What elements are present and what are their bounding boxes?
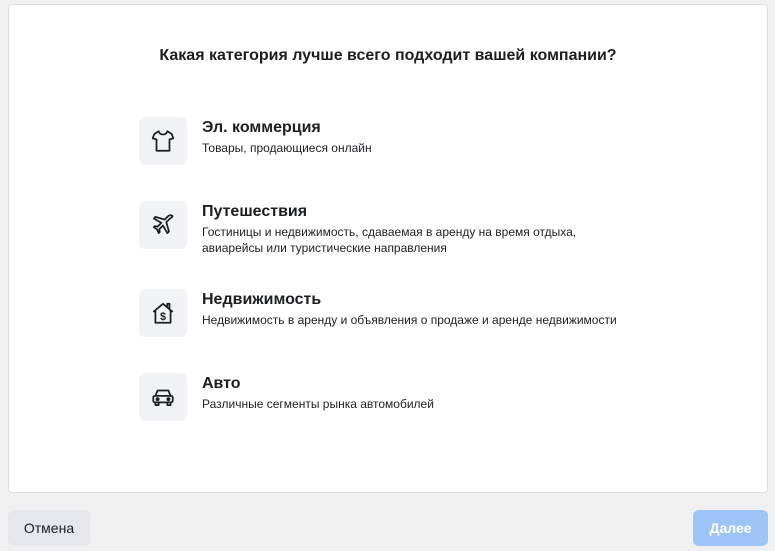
- option-icon-box: $: [139, 289, 187, 337]
- next-button[interactable]: Далее: [693, 510, 768, 546]
- option-title: Путешествия: [202, 203, 308, 220]
- option-title: Недвижимость: [202, 291, 322, 308]
- option-ecommerce[interactable]: Эл. коммерция Товары, продающиеся онлайн: [139, 117, 659, 165]
- option-icon-box: [139, 201, 187, 249]
- option-travel[interactable]: Путешествия Гостиницы и недвижимость, сд…: [139, 201, 659, 256]
- house-dollar-icon: $: [152, 302, 174, 324]
- option-icon-box: [139, 117, 187, 165]
- option-description: Товары, продающиеся онлайн: [202, 141, 372, 155]
- option-real-estate[interactable]: $ Недвижимость Недвижимость в аренду и о…: [139, 289, 659, 337]
- option-title: Эл. коммерция: [202, 119, 321, 136]
- option-icon-box: [139, 373, 187, 421]
- svg-text:$: $: [160, 311, 166, 323]
- option-auto[interactable]: Авто Различные сегменты рынка автомобиле…: [139, 373, 659, 421]
- car-icon: [152, 389, 174, 406]
- airplane-icon: [152, 214, 174, 234]
- tshirt-icon: [151, 130, 175, 152]
- category-card: Какая категория лучше всего подходит ваш…: [8, 4, 768, 493]
- question-heading: Какая категория лучше всего подходит ваш…: [159, 47, 617, 64]
- option-title: Авто: [202, 375, 241, 392]
- cancel-button[interactable]: Отмена: [8, 510, 90, 546]
- option-description: Гостиницы и недвижимость, сдаваемая в ар…: [202, 225, 577, 255]
- option-description: Различные сегменты рынка автомобилей: [202, 397, 434, 411]
- option-description: Недвижимость в аренду и объявления о про…: [202, 313, 617, 327]
